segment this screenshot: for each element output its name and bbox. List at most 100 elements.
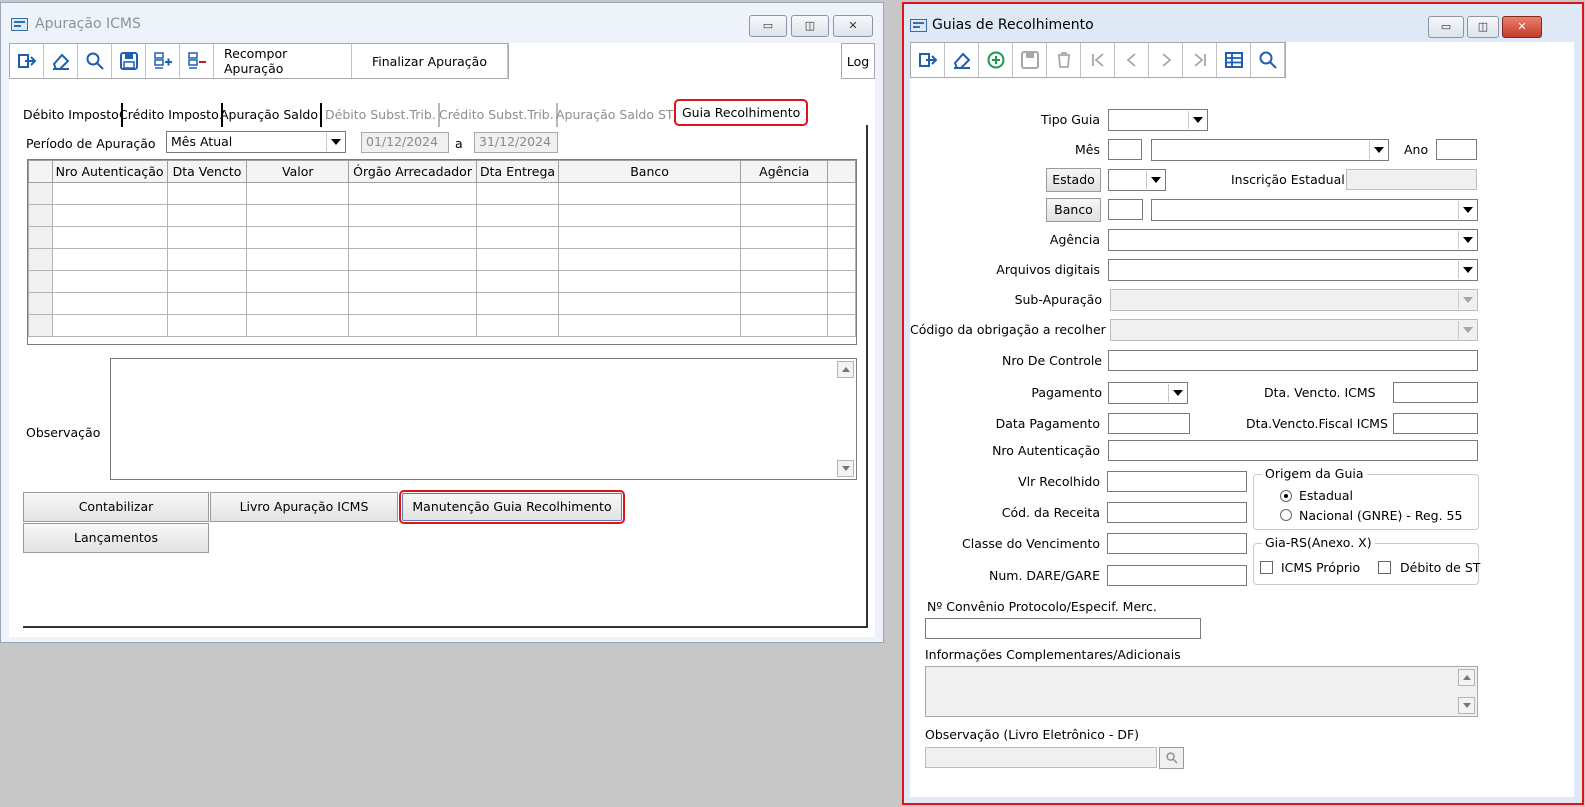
- classe-vencimento-field[interactable]: [1107, 533, 1247, 554]
- manutencao-guia-button[interactable]: Manutenção Guia Recolhimento: [399, 490, 625, 524]
- chevron-down-icon: [1168, 384, 1186, 402]
- finalizar-apuracao-button[interactable]: Finalizar Apuração: [352, 44, 508, 78]
- close-button[interactable]: ✕: [833, 15, 873, 37]
- maximize-button[interactable]: ◫: [791, 15, 829, 37]
- grid-header[interactable]: Dta Vencto: [166, 160, 248, 183]
- debito-st-checkbox[interactable]: [1378, 561, 1391, 574]
- dta-vencto-fiscal-field[interactable]: [1393, 413, 1478, 434]
- obs-livro-field[interactable]: [925, 747, 1157, 768]
- nro-autenticacao-label: Nro Autenticação: [992, 443, 1100, 458]
- convenio-field[interactable]: [925, 618, 1201, 639]
- scroll-up-icon[interactable]: [837, 361, 854, 378]
- origem-guia-group: Origem da Guia Estadual Nacional (GNRE) …: [1253, 466, 1479, 530]
- scroll-down-icon[interactable]: [1458, 697, 1475, 714]
- maximize-button[interactable]: ◫: [1467, 16, 1499, 38]
- scroll-down-icon[interactable]: [837, 460, 854, 477]
- table-row[interactable]: [28, 270, 856, 293]
- left-title-bar[interactable]: Apuração ICMS ▭ ◫ ✕: [1, 3, 883, 41]
- left-window-title: Apuração ICMS: [35, 16, 141, 32]
- classe-vencimento-label: Classe do Vencimento: [962, 536, 1100, 551]
- banco-select[interactable]: [1151, 199, 1478, 221]
- recompor-apuracao-button[interactable]: Recompor Apuração: [214, 44, 352, 78]
- minimize-button[interactable]: ▭: [1428, 16, 1464, 38]
- tab-debito-imposto[interactable]: Débito Imposto: [21, 103, 123, 127]
- exit-icon[interactable]: [911, 43, 945, 77]
- periodo-separator: a: [455, 136, 463, 151]
- arquivos-digitais-select[interactable]: [1108, 259, 1478, 281]
- info-complementares-scrollbar[interactable]: [1457, 667, 1477, 716]
- origem-guia-title: Origem da Guia: [1262, 466, 1367, 481]
- inscricao-estadual-field[interactable]: [1346, 169, 1477, 190]
- table-row[interactable]: [28, 226, 856, 249]
- add-icon[interactable]: [979, 43, 1013, 77]
- nro-controle-field[interactable]: [1108, 350, 1478, 371]
- tab-guia-recolhimento[interactable]: Guia Recolhimento: [674, 99, 809, 126]
- left-toolbar: Recompor Apuração Finalizar Apuração: [9, 43, 509, 79]
- guias-grid[interactable]: Nro Autenticação Dta Vencto Valor Órgão …: [27, 159, 857, 345]
- grid-header[interactable]: Banco: [558, 160, 742, 183]
- agencia-select[interactable]: [1108, 229, 1478, 251]
- cod-receita-field[interactable]: [1107, 502, 1247, 523]
- save-icon[interactable]: [112, 44, 146, 78]
- num-dare-gare-field[interactable]: [1107, 565, 1247, 586]
- grid-header[interactable]: Nro Autenticação: [51, 160, 168, 183]
- eraser-icon[interactable]: [44, 44, 78, 78]
- grid-header[interactable]: Agência: [740, 160, 829, 183]
- close-button[interactable]: ✕: [1502, 16, 1542, 38]
- tab-credito-subst-trib[interactable]: Crédito Subst.Trib.: [437, 103, 558, 127]
- periodo-start-field[interactable]: 01/12/2024: [361, 132, 449, 153]
- minimize-button[interactable]: ▭: [749, 15, 787, 37]
- mes-select[interactable]: [1151, 139, 1389, 161]
- table-row[interactable]: [28, 248, 856, 271]
- grid-header[interactable]: Dta Entrega: [476, 160, 560, 183]
- add-row-icon[interactable]: [146, 44, 180, 78]
- tab-apuracao-saldo-st[interactable]: Apuração Saldo ST: [554, 103, 676, 127]
- tab-debito-subst-trib[interactable]: Débito Subst.Trib.: [323, 103, 440, 127]
- table-row[interactable]: [28, 292, 856, 315]
- observacao-textarea[interactable]: [110, 358, 857, 480]
- search-icon[interactable]: [1251, 43, 1285, 77]
- table-row[interactable]: [28, 182, 856, 205]
- icms-proprio-checkbox[interactable]: [1260, 561, 1273, 574]
- data-pagamento-field[interactable]: [1108, 413, 1190, 434]
- debito-st-label: Débito de ST: [1400, 560, 1481, 575]
- convenio-label: Nº Convênio Protocolo/Especif. Merc.: [927, 599, 1157, 614]
- periodo-end-field[interactable]: 31/12/2024: [474, 132, 558, 153]
- tipo-guia-select[interactable]: [1108, 109, 1208, 131]
- dta-vencto-icms-field[interactable]: [1393, 382, 1478, 403]
- origem-nacional-radio[interactable]: [1280, 509, 1292, 521]
- info-complementares-textarea[interactable]: [925, 666, 1478, 717]
- grid-header[interactable]: Valor: [246, 160, 350, 183]
- table-row[interactable]: [28, 314, 856, 337]
- table-row[interactable]: [28, 204, 856, 227]
- mes-field[interactable]: [1108, 139, 1142, 160]
- estado-button[interactable]: Estado: [1046, 168, 1101, 192]
- right-title-bar[interactable]: Guias de Recolhimento ▭ ◫ ✕: [904, 4, 1582, 42]
- periodo-select[interactable]: Mês Atual: [166, 131, 346, 153]
- tab-apuracao-saldo[interactable]: Apuração Saldo: [218, 103, 323, 127]
- tab-credito-imposto[interactable]: Crédito Imposto: [117, 103, 223, 127]
- estado-select[interactable]: [1108, 169, 1166, 191]
- nro-autenticacao-field[interactable]: [1108, 440, 1478, 461]
- grid-header[interactable]: Órgão Arrecadador: [348, 160, 478, 183]
- ano-field[interactable]: [1436, 139, 1477, 160]
- codigo-obrigacao-select[interactable]: [1110, 319, 1478, 341]
- pagamento-select[interactable]: [1108, 382, 1188, 404]
- contabilizar-button[interactable]: Contabilizar: [23, 492, 209, 522]
- banco-code-field[interactable]: [1108, 199, 1143, 220]
- origem-estadual-radio[interactable]: [1280, 490, 1292, 502]
- log-button[interactable]: Log: [841, 43, 875, 79]
- livro-apuracao-button[interactable]: Livro Apuração ICMS: [210, 492, 398, 522]
- vlr-recolhido-field[interactable]: [1107, 471, 1247, 492]
- banco-button[interactable]: Banco: [1046, 198, 1101, 222]
- scroll-up-icon[interactable]: [1458, 669, 1475, 686]
- obs-livro-search-button[interactable]: [1159, 747, 1184, 769]
- eraser-icon[interactable]: [945, 43, 979, 77]
- observacao-scrollbar[interactable]: [836, 359, 856, 479]
- sub-apuracao-select[interactable]: [1110, 289, 1478, 311]
- exit-icon[interactable]: [10, 44, 44, 78]
- remove-row-icon[interactable]: [180, 44, 214, 78]
- lancamentos-button[interactable]: Lançamentos: [23, 523, 209, 553]
- grid-view-icon[interactable]: [1217, 43, 1251, 77]
- search-icon[interactable]: [78, 44, 112, 78]
